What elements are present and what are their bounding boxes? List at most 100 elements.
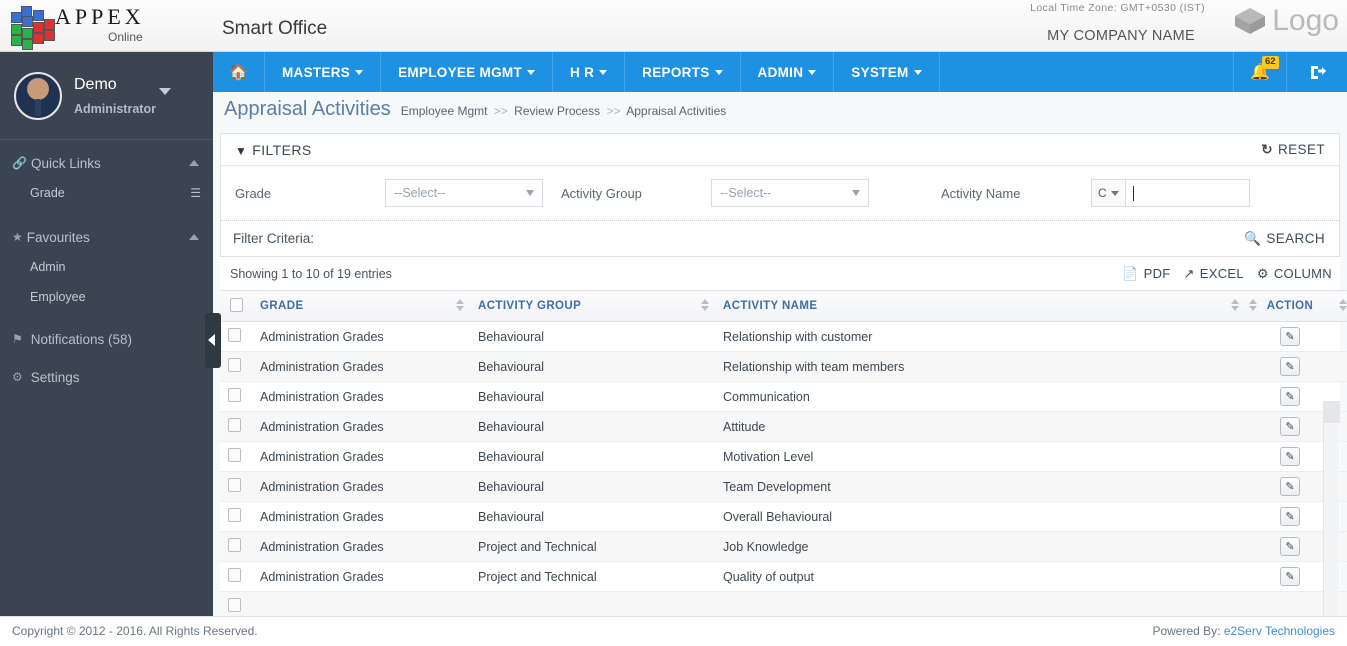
table-row[interactable]: Administration Grades Behavioural Commun… (220, 381, 1347, 412)
sidebar-item-settings[interactable]: ⚙ Settings (0, 362, 213, 392)
cell-grade: Administration Grades (252, 561, 470, 592)
table-row[interactable]: Administration Grades Behavioural Relati… (220, 351, 1347, 382)
grade-select[interactable]: --Select-- (385, 179, 543, 207)
grade-select-value: --Select-- (394, 186, 446, 200)
row-checkbox-cell[interactable] (220, 381, 252, 412)
sort-icon[interactable] (1249, 299, 1257, 311)
table-row[interactable]: Administration Grades Behavioural Attitu… (220, 411, 1347, 442)
chevron-up-icon[interactable] (189, 234, 199, 240)
row-checkbox-cell[interactable] (220, 501, 252, 532)
sort-icon[interactable] (1231, 299, 1239, 311)
logout-button[interactable] (1287, 52, 1347, 92)
sidebar-collapse-handle[interactable] (205, 313, 221, 368)
filters-row: Grade --Select-- Activity Group --Select… (221, 166, 1339, 221)
cell-action[interactable]: ✎ (1245, 471, 1335, 502)
select-all-header[interactable] (220, 290, 252, 322)
sidebar-section-favourites[interactable]: ★ Favourites (0, 222, 213, 252)
powered-by-link[interactable]: e2Serv Technologies (1224, 624, 1335, 638)
cell-action[interactable]: ✎ (1245, 531, 1335, 562)
sort-icon[interactable] (456, 299, 464, 311)
row-checkbox[interactable] (228, 448, 241, 462)
condition-dropdown[interactable]: C (1091, 179, 1125, 207)
cell-action[interactable]: ✎ (1245, 441, 1335, 472)
cell-action[interactable]: ✎ (1245, 381, 1335, 412)
row-checkbox-cell[interactable] (220, 441, 252, 472)
breadcrumb-item[interactable]: Employee Mgmt (401, 104, 488, 118)
edit-button[interactable]: ✎ (1280, 357, 1300, 376)
edit-button[interactable]: ✎ (1280, 477, 1300, 496)
row-checkbox[interactable] (228, 568, 241, 582)
notifications-button[interactable]: 🔔 62 (1234, 52, 1287, 92)
cell-action[interactable]: ✎ (1245, 351, 1335, 382)
row-checkbox[interactable] (228, 538, 241, 552)
cell-action[interactable]: ✎ (1245, 561, 1335, 592)
breadcrumb-separator: >> (606, 104, 621, 118)
row-checkbox-cell[interactable] (220, 411, 252, 442)
column-header-grade[interactable]: GRADE (252, 290, 470, 322)
column-header-activity-name[interactable]: ACTIVITY NAME (715, 290, 1245, 322)
edit-button[interactable]: ✎ (1280, 327, 1300, 346)
cell-action[interactable]: ✎ (1245, 411, 1335, 442)
edit-button[interactable]: ✎ (1280, 537, 1300, 556)
row-checkbox[interactable] (228, 418, 241, 432)
scrollbar-thumb[interactable] (1324, 401, 1340, 423)
nav-item-reports[interactable]: REPORTS (625, 52, 741, 92)
table-row[interactable]: Administration Grades Behavioural Motiva… (220, 441, 1347, 472)
sort-icon[interactable] (1339, 299, 1347, 311)
edit-button[interactable]: ✎ (1280, 417, 1300, 436)
select-all-checkbox[interactable] (230, 297, 243, 312)
column-chooser-button[interactable]: ⚙ COLUMN (1257, 266, 1332, 282)
sort-icon[interactable] (701, 299, 709, 311)
cell-grade: Administration Grades (252, 411, 470, 442)
breadcrumb-separator: >> (493, 104, 508, 118)
sidebar-item-employee[interactable]: Employee (0, 282, 213, 312)
nav-item-employee-mgmt[interactable]: EMPLOYEE MGMT (381, 52, 553, 92)
cell-action[interactable]: ✎ (1245, 501, 1335, 532)
table-vertical-scrollbar[interactable] (1323, 401, 1340, 646)
edit-button[interactable]: ✎ (1280, 567, 1300, 586)
chevron-down-icon[interactable] (159, 88, 171, 95)
row-checkbox[interactable] (228, 328, 241, 342)
row-checkbox-cell[interactable] (220, 351, 252, 382)
breadcrumb-item[interactable]: Review Process (514, 104, 600, 118)
table-row[interactable]: Administration Grades Behavioural Relati… (220, 321, 1347, 352)
chevron-up-icon[interactable] (189, 160, 199, 166)
row-checkbox[interactable] (228, 508, 241, 522)
nav-item-hr[interactable]: H R (553, 52, 626, 92)
sidebar-item-grade[interactable]: Grade ☰ (0, 178, 213, 208)
row-checkbox-cell[interactable] (220, 471, 252, 502)
row-checkbox[interactable] (228, 388, 241, 402)
nav-item-home[interactable]: 🏠 (213, 52, 265, 92)
sidebar-section-quick-links[interactable]: 🔗 Quick Links (0, 148, 213, 178)
row-checkbox-cell[interactable] (220, 531, 252, 562)
user-profile[interactable]: Demo Administrator (0, 52, 213, 140)
export-excel-button[interactable]: ↗ EXCEL (1184, 266, 1244, 282)
activity-name-input[interactable] (1124, 179, 1250, 207)
row-checkbox[interactable] (228, 478, 241, 492)
export-pdf-button[interactable]: 📄 PDF (1122, 266, 1170, 282)
nav-item-admin[interactable]: ADMIN (741, 52, 835, 92)
brand-logo[interactable]: APPEX Online (8, 4, 145, 50)
row-checkbox-cell[interactable] (220, 321, 252, 352)
cell-action[interactable]: ✎ (1245, 321, 1335, 352)
row-checkbox[interactable] (228, 598, 241, 612)
column-header-activity-group[interactable]: ACTIVITY GROUP (470, 290, 715, 322)
table-row[interactable]: Administration Grades Behavioural Overal… (220, 501, 1347, 532)
table-row[interactable]: Administration Grades Behavioural Team D… (220, 471, 1347, 502)
edit-button[interactable]: ✎ (1280, 447, 1300, 466)
reset-button[interactable]: ↻ RESET (1261, 142, 1325, 158)
table-row[interactable]: Administration Grades Project and Techni… (220, 531, 1347, 562)
nav-item-masters[interactable]: MASTERS (265, 52, 382, 92)
search-label: SEARCH (1266, 230, 1325, 246)
column-header-action[interactable]: ACTION (1245, 290, 1335, 322)
activity-group-select[interactable]: --Select-- (711, 179, 869, 207)
edit-button[interactable]: ✎ (1280, 507, 1300, 526)
edit-button[interactable]: ✎ (1280, 387, 1300, 406)
row-checkbox-cell[interactable] (220, 561, 252, 592)
table-row[interactable]: Administration Grades Project and Techni… (220, 561, 1347, 592)
row-checkbox[interactable] (228, 358, 241, 372)
nav-item-system[interactable]: SYSTEM (834, 52, 940, 92)
sidebar-item-admin[interactable]: Admin (0, 252, 213, 282)
search-button[interactable]: 🔍 SEARCH (1244, 231, 1325, 247)
sidebar-item-notifications[interactable]: ⚑ Notifications (58) (0, 324, 213, 354)
